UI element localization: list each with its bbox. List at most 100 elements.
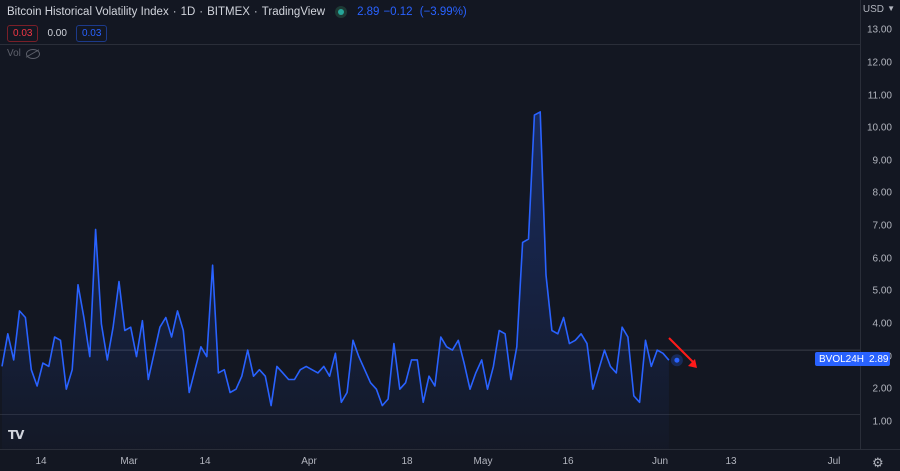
data-point [481, 359, 483, 361]
data-point [211, 264, 213, 266]
y-tick-label: 6.00 [872, 253, 892, 265]
data-point [42, 362, 44, 364]
indicator-value-middle: 0.00 [47, 28, 67, 39]
data-point [346, 391, 348, 393]
data-point [358, 355, 360, 357]
last-price: 2.89 [357, 6, 380, 18]
source-label: TradingView [261, 6, 326, 18]
data-point [574, 339, 576, 341]
chart-legend-header: Bitcoin Historical Volatility Index · 1D… [7, 3, 471, 21]
interval-label[interactable]: 1D [181, 6, 196, 18]
y-tick-label: 8.00 [872, 187, 892, 199]
data-point [545, 274, 547, 276]
data-point [352, 339, 354, 341]
data-point [65, 388, 67, 390]
data-point [422, 401, 424, 403]
data-point [141, 320, 143, 322]
symbol-title[interactable]: Bitcoin Historical Volatility Index [7, 6, 169, 18]
gear-icon[interactable]: ⚙ [872, 455, 884, 471]
data-point [311, 369, 313, 371]
data-point [188, 391, 190, 393]
data-point [305, 365, 307, 367]
chart-area[interactable] [0, 0, 900, 471]
data-point [498, 329, 500, 331]
data-point [533, 114, 535, 116]
series-area [2, 111, 669, 450]
data-point [124, 329, 126, 331]
data-point [59, 339, 61, 341]
data-point [445, 346, 447, 348]
data-point [621, 326, 623, 328]
indicator-value-left[interactable]: 0.03 [7, 25, 39, 42]
data-point [328, 375, 330, 377]
price-tag-value: 2.89 [869, 353, 889, 365]
indicator-value-right[interactable]: 0.03 [75, 25, 108, 42]
data-point [393, 342, 395, 344]
data-point [428, 375, 430, 377]
data-point [7, 333, 9, 335]
x-tick-label: 14 [35, 456, 47, 467]
data-point [258, 369, 260, 371]
data-point [77, 284, 79, 286]
data-point [24, 316, 26, 318]
x-tick-label: Apr [301, 456, 317, 467]
data-point [492, 365, 494, 367]
x-tick-label: 13 [725, 456, 737, 467]
hidden-eye-icon[interactable] [25, 48, 40, 59]
data-point [293, 378, 295, 380]
data-point [638, 401, 640, 403]
data-point [323, 365, 325, 367]
data-point [603, 349, 605, 351]
y-tick-label: 1.00 [872, 416, 892, 428]
x-tick-label: 16 [562, 456, 574, 467]
data-point [282, 372, 284, 374]
price-change: 2.89 −0.12 (−3.99%) [357, 6, 471, 18]
data-point [486, 388, 488, 390]
data-point [83, 316, 85, 318]
data-point [241, 375, 243, 377]
data-point [130, 326, 132, 328]
data-point [434, 385, 436, 387]
data-point [71, 369, 73, 371]
data-point [615, 372, 617, 374]
data-point [53, 336, 55, 338]
currency-selector[interactable]: USD [863, 4, 884, 15]
data-point [416, 359, 418, 361]
data-point [568, 342, 570, 344]
x-tick-label: Jun [651, 456, 669, 467]
data-point [469, 388, 471, 390]
data-point [662, 352, 664, 354]
volume-legend[interactable]: Vol [7, 48, 40, 59]
chevron-down-icon[interactable]: ▼ [887, 4, 895, 13]
x-tick-label: 14 [199, 456, 211, 467]
data-point [521, 241, 523, 243]
price-chart[interactable] [0, 0, 900, 471]
data-point [36, 385, 38, 387]
data-point [633, 395, 635, 397]
data-point [586, 342, 588, 344]
data-point [165, 316, 167, 318]
data-point [510, 378, 512, 380]
data-point [627, 336, 629, 338]
data-point [551, 329, 553, 331]
data-point [644, 339, 646, 341]
y-tick-label: 2.00 [872, 383, 892, 395]
data-point [159, 326, 161, 328]
tradingview-logo[interactable]: TV [8, 428, 30, 442]
data-point [656, 349, 658, 351]
data-point [153, 352, 155, 354]
data-point [463, 362, 465, 364]
data-point [200, 346, 202, 348]
data-point [182, 329, 184, 331]
data-point [223, 369, 225, 371]
status-dot-icon[interactable] [335, 6, 348, 18]
data-point [557, 333, 559, 335]
data-point [1, 365, 3, 367]
exchange-label: BITMEX [207, 6, 250, 18]
data-point [364, 369, 366, 371]
data-point [668, 359, 670, 361]
data-point [94, 228, 96, 230]
data-point [440, 336, 442, 338]
data-point [147, 378, 149, 380]
data-point [598, 369, 600, 371]
